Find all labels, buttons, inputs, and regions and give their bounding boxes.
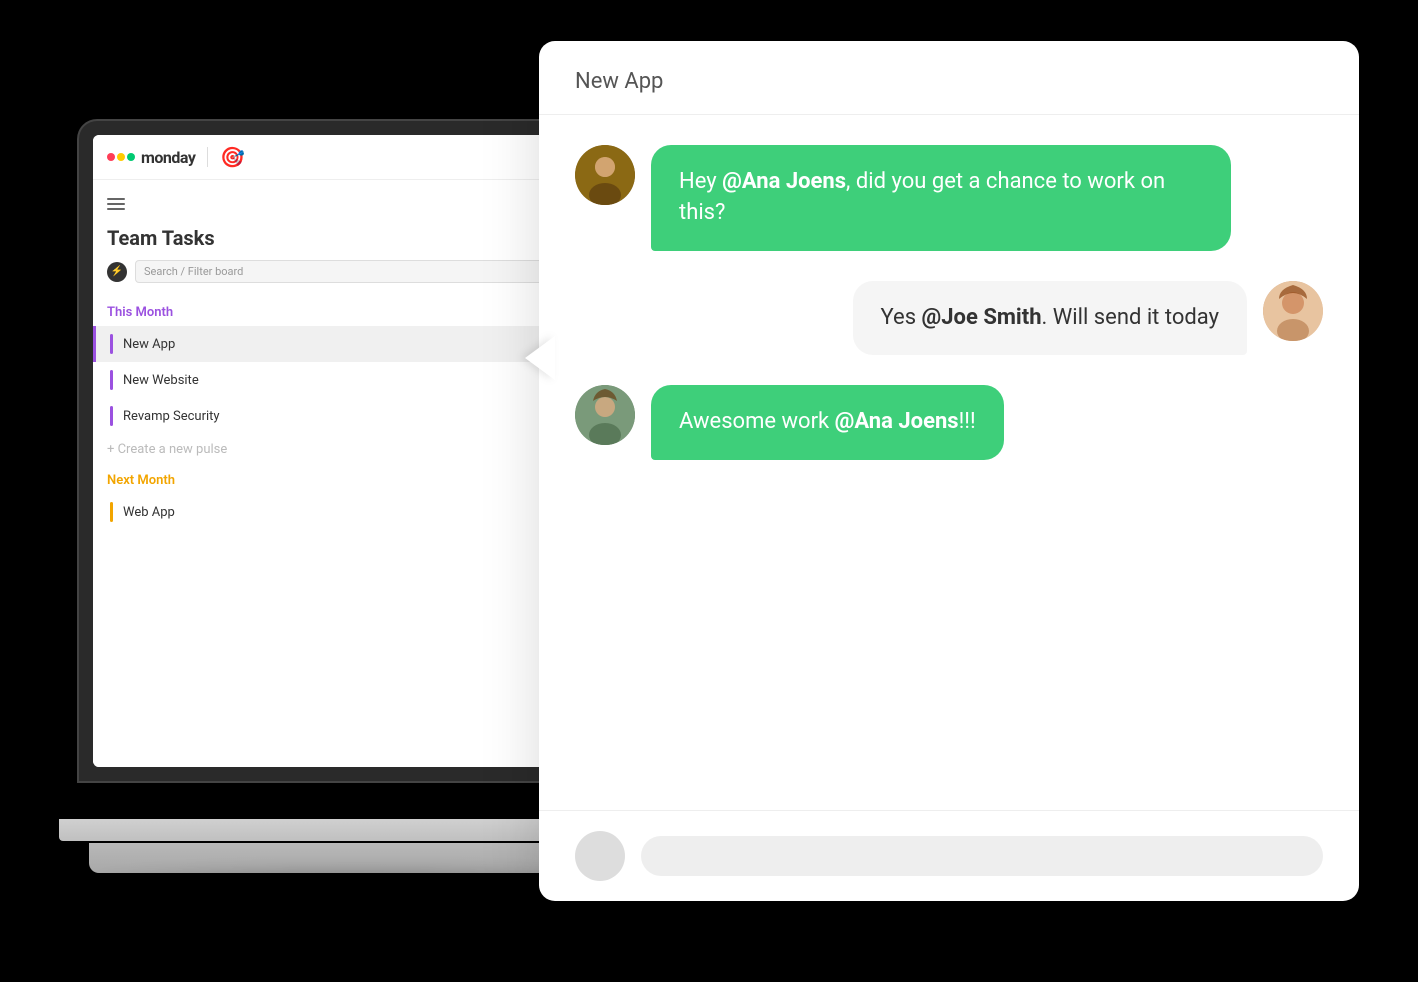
chat-input-area [539,810,1359,901]
avatar-ana [1263,281,1323,341]
chat-messages: Hey @Ana Joens, did you get a chance to … [539,115,1359,810]
logo-text: monday [141,148,195,167]
pulse-item-text: New Website [123,373,199,388]
message-row: Hey @Ana Joens, did you get a chance to … [575,145,1323,251]
chat-panel: New App Hey @Ana Joens, did you get a ch… [539,41,1359,901]
hamburger-line [107,208,125,210]
chat-title: New App [575,69,1323,94]
bubble-green-1: Hey @Ana Joens, did you get a chance to … [651,145,1231,251]
mention: @Ana Joens [722,169,846,194]
item-bar [110,406,113,426]
monday-logo: monday [107,148,195,167]
logo-dot-yellow [117,153,125,161]
avatar-joe [575,145,635,205]
item-bar [110,334,113,354]
chat-input-bar[interactable] [641,836,1323,876]
bubble-green-2: Awesome work @Ana Joens!!! [651,385,1004,460]
message-row: Awesome work @Ana Joens!!! [575,385,1323,460]
pulse-icon: ⚡ [107,262,127,282]
item-bar [110,370,113,390]
avatar-joe2 [575,385,635,445]
search-placeholder: Search / Filter board [144,265,243,278]
mention: @Ana Joens [835,409,959,434]
arrow-pointer [525,336,555,380]
hamburger-line [107,203,125,205]
message-row-right: Yes @Joe Smith. Will send it today [575,281,1323,356]
pulse-item-text: New App [123,337,175,352]
input-avatar [575,831,625,881]
logo-dots [107,153,135,161]
pulse-item-text: Web App [123,505,175,520]
chat-header: New App [539,41,1359,115]
logo-dot-red [107,153,115,161]
pulse-item-text: Revamp Security [123,409,220,424]
logo-dot-green [127,153,135,161]
logo-divider [207,147,208,167]
scene: monday 🎯 [59,41,1359,941]
mention: @Joe Smith [922,305,1042,330]
search-box[interactable]: Search / Filter board [135,260,549,283]
item-bar-yellow [110,502,113,522]
hamburger-line [107,198,125,200]
bubble-white: Yes @Joe Smith. Will send it today [853,281,1247,356]
logo-icon: 🎯 [220,145,245,169]
